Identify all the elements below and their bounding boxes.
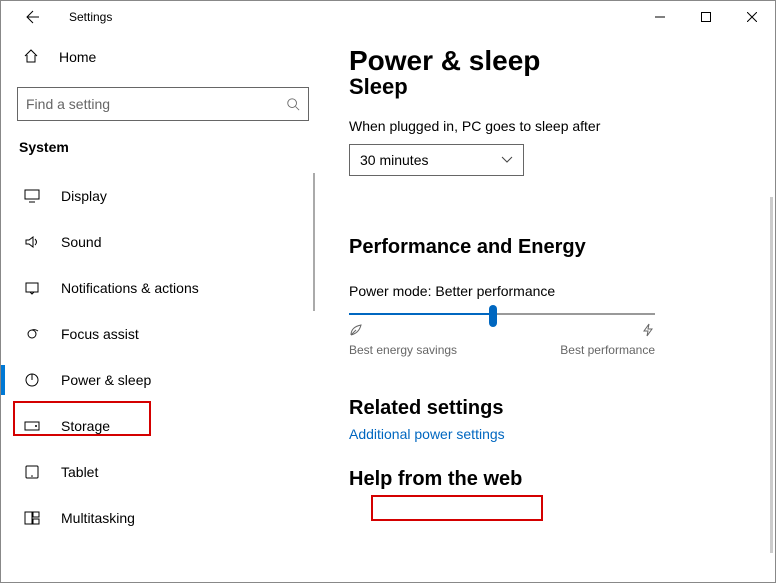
sound-icon — [23, 235, 41, 249]
window-title: Settings — [69, 10, 112, 24]
titlebar: Settings — [1, 1, 775, 33]
page-title: Power & sleep — [349, 45, 751, 77]
back-arrow-icon — [25, 9, 41, 25]
sidebar-item-home[interactable]: Home — [17, 37, 309, 77]
sidebar-scrollbar[interactable] — [313, 173, 315, 311]
slider-labels: Best energy savings Best performance — [349, 343, 655, 357]
display-icon — [23, 189, 41, 203]
sidebar-item-label: Focus assist — [61, 326, 139, 342]
power-mode-label: Power mode: Better performance — [349, 283, 751, 299]
related-heading: Related settings — [349, 397, 751, 420]
search-box[interactable] — [17, 87, 309, 121]
focus-icon — [23, 326, 41, 342]
related-settings: Related settings Additional power settin… — [349, 397, 751, 442]
maximize-icon — [701, 12, 711, 22]
main-content: Power & sleep Sleep When plugged in, PC … — [325, 33, 775, 582]
slider-min-label: Best energy savings — [349, 343, 457, 357]
minimize-button[interactable] — [637, 1, 683, 33]
window-controls — [637, 1, 775, 33]
back-button[interactable] — [17, 1, 49, 33]
sidebar-item-label: Tablet — [61, 464, 98, 480]
sleep-dropdown[interactable]: 30 minutes — [349, 144, 524, 176]
slider-track — [349, 313, 655, 315]
maximize-button[interactable] — [683, 1, 729, 33]
sidebar-item-label: Storage — [61, 418, 110, 434]
sidebar-section-header: System — [17, 139, 309, 155]
tablet-icon — [23, 465, 41, 479]
close-button[interactable] — [729, 1, 775, 33]
additional-power-settings-link[interactable]: Additional power settings — [349, 426, 751, 442]
power-icon — [23, 372, 41, 388]
lightning-icon — [641, 323, 655, 337]
main-scrollbar[interactable] — [770, 197, 773, 553]
power-mode-slider[interactable] — [349, 313, 655, 337]
sidebar: Home System Display Sound Notifications … — [1, 33, 325, 582]
help-heading: Help from the web — [349, 468, 751, 491]
sleep-dropdown-value: 30 minutes — [360, 152, 428, 168]
sidebar-item-multitasking[interactable]: Multitasking — [17, 495, 309, 541]
sidebar-item-display[interactable]: Display — [17, 173, 309, 219]
search-icon — [286, 97, 300, 111]
sidebar-item-sound[interactable]: Sound — [17, 219, 309, 265]
slider-fill — [349, 313, 493, 315]
sleep-label: When plugged in, PC goes to sleep after — [349, 118, 751, 134]
sidebar-item-label: Display — [61, 188, 107, 204]
storage-icon — [23, 420, 41, 432]
leaf-icon — [349, 323, 363, 337]
sidebar-item-storage[interactable]: Storage — [17, 403, 309, 449]
sidebar-item-label: Power & sleep — [61, 372, 151, 388]
sidebar-item-notifications[interactable]: Notifications & actions — [17, 265, 309, 311]
sidebar-item-tablet[interactable]: Tablet — [17, 449, 309, 495]
sleep-heading: Sleep — [349, 74, 751, 100]
sidebar-item-label: Multitasking — [61, 510, 135, 526]
close-icon — [747, 12, 757, 22]
slider-max-label: Best performance — [560, 343, 655, 357]
sidebar-item-power-sleep[interactable]: Power & sleep — [17, 357, 309, 403]
sidebar-item-label: Notifications & actions — [61, 280, 199, 296]
performance-heading: Performance and Energy — [349, 236, 751, 259]
search-input[interactable] — [26, 96, 286, 112]
slider-thumb[interactable] — [489, 305, 497, 327]
sidebar-home-label: Home — [59, 49, 96, 65]
notifications-icon — [23, 281, 41, 295]
multitasking-icon — [23, 511, 41, 525]
chevron-down-icon — [501, 156, 513, 164]
sidebar-item-label: Sound — [61, 234, 101, 250]
minimize-icon — [655, 12, 665, 22]
sidebar-nav: Display Sound Notifications & actions Fo… — [17, 173, 309, 541]
sidebar-item-focus-assist[interactable]: Focus assist — [17, 311, 309, 357]
home-icon — [23, 48, 39, 67]
